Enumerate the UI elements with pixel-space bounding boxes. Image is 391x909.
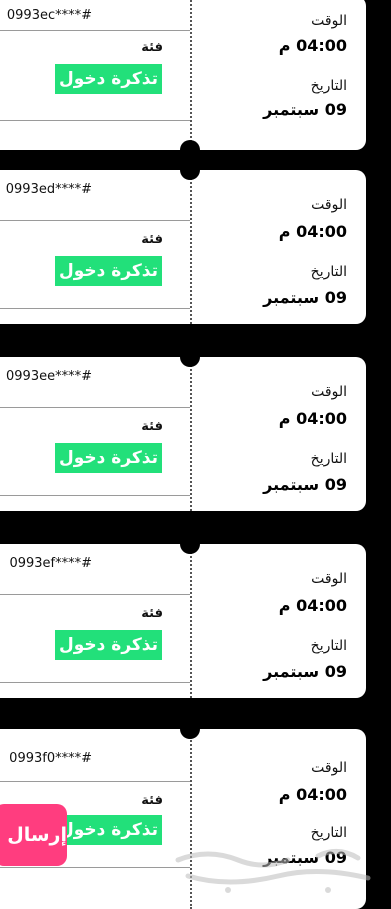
divider [0, 308, 190, 309]
time-label: الوقت [311, 13, 347, 29]
category-label: فئة [141, 40, 163, 55]
category-badge: تذكرة دخول [54, 64, 162, 94]
perforation [190, 0, 192, 150]
divider [0, 781, 190, 782]
divider [0, 594, 190, 595]
ticket-stub: 0993ed****# فئة تذكرة دخول [0, 170, 190, 324]
ticket-card[interactable]: 0993ec****# فئة تذكرة دخول الوقت 04:00 م… [0, 0, 366, 150]
ticket-serial: 0993f0****# [9, 751, 92, 766]
perforation [190, 357, 192, 511]
ticket-card[interactable]: 0993ef****# فئة تذكرة دخول الوقت 04:00 م… [0, 544, 366, 698]
category-badge: تذكرة دخول [54, 815, 162, 845]
ticket-stub: 0993ee****# فئة تذكرة دخول [0, 357, 190, 511]
time-value: 04:00 م [278, 222, 347, 241]
ticket-serial: 0993ed****# [5, 182, 92, 197]
divider [0, 120, 190, 121]
time-value: 04:00 م [278, 596, 347, 615]
date-label: التاريخ [310, 451, 347, 467]
date-value: 09 سبتمبر [263, 100, 347, 119]
time-label: الوقت [311, 571, 347, 587]
date-value: 09 سبتمبر [263, 288, 347, 307]
time-label: الوقت [311, 197, 347, 213]
perforation-notch [180, 514, 200, 534]
send-button-label: إرسال [7, 824, 67, 846]
date-value: 09 سبتمبر [263, 848, 347, 867]
date-value: 09 سبتمبر [263, 662, 347, 681]
ticket-serial: 0993ee****# [6, 369, 92, 384]
divider [0, 407, 190, 408]
time-value: 04:00 م [278, 36, 347, 55]
time-value: 04:00 م [278, 409, 347, 428]
category-badge: تذكرة دخول [54, 443, 162, 473]
category-label: فئة [141, 606, 163, 621]
date-value: 09 سبتمبر [263, 475, 347, 494]
perforation [190, 170, 192, 324]
perforation-notch [180, 701, 200, 721]
date-label: التاريخ [310, 638, 347, 654]
ticket-serial: 0993ef****# [9, 556, 92, 571]
perforation [190, 544, 192, 698]
category-badge: تذكرة دخول [54, 256, 162, 286]
category-label: فئة [141, 793, 163, 808]
date-label: التاريخ [310, 78, 347, 94]
divider [0, 867, 190, 868]
divider [0, 30, 190, 31]
ticket-stub: 0993ec****# فئة تذكرة دخول [0, 0, 190, 150]
ticket-stub: 0993ef****# فئة تذكرة دخول [0, 544, 190, 698]
perforation-notch [180, 327, 200, 347]
category-badge: تذكرة دخول [54, 630, 162, 660]
divider [0, 682, 190, 683]
category-label: فئة [141, 419, 163, 434]
send-button[interactable]: إرسال [0, 804, 67, 866]
date-label: التاريخ [310, 264, 347, 280]
divider [0, 220, 190, 221]
date-label: التاريخ [310, 825, 347, 841]
divider [0, 495, 190, 496]
perforation-notch [180, 534, 200, 554]
category-label: فئة [141, 232, 163, 247]
perforation-notch [180, 347, 200, 367]
perforation-notch [180, 719, 200, 739]
time-value: 04:00 م [278, 785, 347, 804]
perforation [190, 729, 192, 909]
ticket-card[interactable]: 0993ed****# فئة تذكرة دخول الوقت 04:00 م… [0, 170, 366, 324]
time-label: الوقت [311, 384, 347, 400]
time-label: الوقت [311, 760, 347, 776]
ticket-card[interactable]: 0993ee****# فئة تذكرة دخول الوقت 04:00 م… [0, 357, 366, 511]
perforation-notch [180, 140, 200, 160]
perforation-notch [180, 160, 200, 180]
ticket-serial: 0993ec****# [6, 8, 92, 23]
